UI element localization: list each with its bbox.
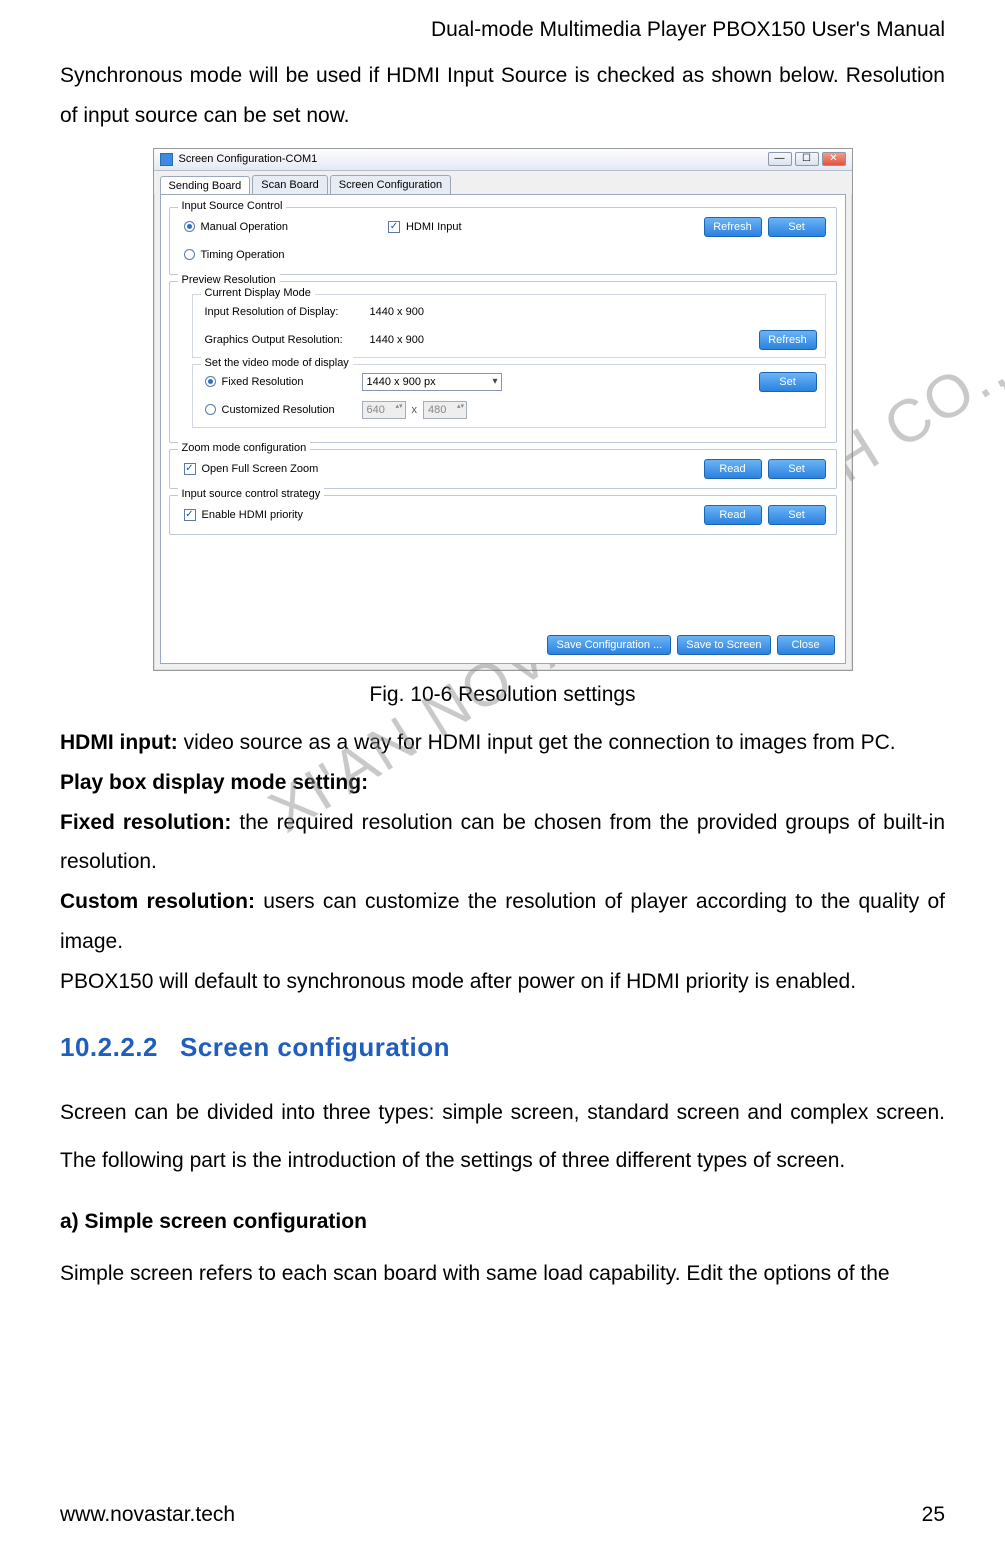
save-configuration-button[interactable]: Save Configuration ... [547, 635, 671, 655]
body-play: Play box display mode setting: [60, 763, 945, 803]
body-priority: PBOX150 will default to synchronous mode… [60, 962, 945, 1002]
spinner-width[interactable]: 640 [362, 401, 406, 419]
subgroup-title: Set the video mode of display [201, 357, 353, 369]
text-hdmi-input: video source as a way for HDMI input get… [178, 731, 896, 754]
footer-page-number: 25 [922, 1503, 945, 1527]
label-manual-operation: Manual Operation [201, 221, 288, 233]
label-open-full-screen-zoom: Open Full Screen Zoom [202, 463, 319, 475]
set-button[interactable]: Set [768, 459, 826, 479]
tab-sending-board[interactable]: Sending Board [160, 176, 251, 195]
minimize-button[interactable]: — [768, 152, 792, 166]
checkbox-hdmi-input[interactable] [388, 221, 400, 233]
section-number: 10.2.2.2 [60, 1032, 158, 1062]
spinner-height[interactable]: 480 [423, 401, 467, 419]
page-header: Dual-mode Multimedia Player PBOX150 User… [60, 0, 945, 48]
body-custom: Custom resolution: users can customize t… [60, 882, 945, 962]
checkbox-open-full-screen-zoom[interactable] [184, 463, 196, 475]
bottom-button-row: Save Configuration ... Save to Screen Cl… [547, 635, 834, 655]
radio-customized-resolution[interactable] [205, 404, 216, 415]
read-button[interactable]: Read [704, 459, 762, 479]
label-fixed-bold: Fixed resolution: [60, 811, 231, 834]
group-title: Preview Resolution [178, 274, 280, 286]
screenshot-window: Screen Configuration-COM1 — ☐ ✕ Sending … [153, 148, 853, 671]
label-play-box: Play box display mode setting: [60, 771, 368, 794]
close-window-button[interactable]: ✕ [822, 152, 846, 166]
body-fixed: Fixed resolution: the required resolutio… [60, 803, 945, 883]
group-title: Input Source Control [178, 200, 287, 212]
refresh-button[interactable]: Refresh [759, 330, 817, 350]
footer-url: www.novastar.tech [60, 1503, 235, 1527]
intro-paragraph: Synchronous mode will be used if HDMI In… [60, 56, 945, 136]
section-heading: 10.2.2.2 Screen configuration [60, 1032, 945, 1063]
radio-timing-operation[interactable] [184, 249, 195, 260]
label-input-resolution: Input Resolution of Display: [205, 306, 370, 318]
radio-fixed-resolution[interactable] [205, 376, 216, 387]
save-to-screen-button[interactable]: Save to Screen [677, 635, 770, 655]
select-fixed-resolution[interactable]: 1440 x 900 px [362, 373, 502, 391]
app-icon [160, 153, 173, 166]
set-button[interactable]: Set [759, 372, 817, 392]
subgroup-set-video-mode: Set the video mode of display Fixed Reso… [192, 364, 826, 428]
read-button[interactable]: Read [704, 505, 762, 525]
page-footer: www.novastar.tech 25 [60, 1503, 945, 1527]
label-output-resolution: Graphics Output Resolution: [205, 334, 370, 346]
tab-screen-configuration[interactable]: Screen Configuration [330, 175, 451, 194]
value-input-resolution: 1440 x 900 [370, 306, 424, 318]
maximize-button[interactable]: ☐ [795, 152, 819, 166]
refresh-button[interactable]: Refresh [704, 217, 762, 237]
group-zoom-mode: Zoom mode configuration Open Full Screen… [169, 449, 837, 489]
subsection-a-text: Simple screen refers to each scan board … [60, 1254, 945, 1294]
group-input-source-control: Input Source Control Manual Operation HD… [169, 207, 837, 275]
window-title: Screen Configuration-COM1 [179, 153, 318, 165]
label-hdmi-input: HDMI Input [406, 221, 462, 233]
close-button[interactable]: Close [777, 635, 835, 655]
label-customized-resolution: Customized Resolution [222, 404, 362, 416]
value-output-resolution: 1440 x 900 [370, 334, 424, 346]
label-enable-hdmi-priority: Enable HDMI priority [202, 509, 303, 521]
section-paragraph: Screen can be divided into three types: … [60, 1089, 945, 1186]
body-hdmi: HDMI input: video source as a way for HD… [60, 723, 945, 763]
window-titlebar: Screen Configuration-COM1 — ☐ ✕ [154, 149, 852, 171]
select-value: 1440 x 900 px [367, 376, 436, 388]
group-title: Input source control strategy [178, 488, 325, 500]
tab-row: Sending Board Scan Board Screen Configur… [154, 171, 852, 194]
label-fixed-resolution: Fixed Resolution [222, 376, 362, 388]
subgroup-current-display-mode: Current Display Mode Input Resolution of… [192, 294, 826, 358]
group-input-source-strategy: Input source control strategy Enable HDM… [169, 495, 837, 535]
group-preview-resolution: Preview Resolution Current Display Mode … [169, 281, 837, 443]
radio-manual-operation[interactable] [184, 221, 195, 232]
figure-caption: Fig. 10-6 Resolution settings [60, 683, 945, 707]
times-symbol: x [412, 404, 418, 416]
label-custom-bold: Custom resolution: [60, 890, 255, 913]
subsection-a-heading: a) Simple screen configuration [60, 1210, 945, 1234]
set-button[interactable]: Set [768, 217, 826, 237]
label-hdmi-input-bold: HDMI input: [60, 731, 178, 754]
checkbox-enable-hdmi-priority[interactable] [184, 509, 196, 521]
subgroup-title: Current Display Mode [201, 287, 315, 299]
group-title: Zoom mode configuration [178, 442, 311, 454]
section-title: Screen configuration [180, 1032, 450, 1062]
tab-scan-board[interactable]: Scan Board [252, 175, 327, 194]
panel-body: Input Source Control Manual Operation HD… [160, 194, 846, 664]
label-timing-operation: Timing Operation [201, 249, 285, 261]
set-button[interactable]: Set [768, 505, 826, 525]
